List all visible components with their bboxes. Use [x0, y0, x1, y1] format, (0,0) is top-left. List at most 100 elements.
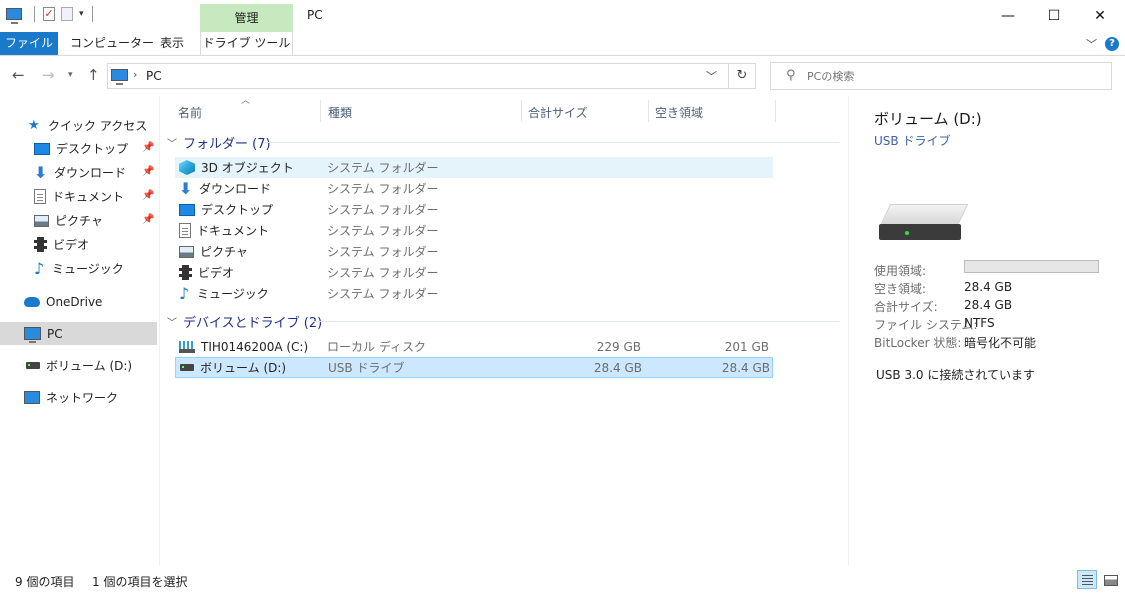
- refresh-button[interactable]: ↻: [729, 63, 756, 89]
- item-type: システム フォルダー: [327, 224, 439, 238]
- forward-arrow-icon[interactable]: →: [42, 66, 55, 84]
- desktop-icon: [34, 142, 50, 155]
- computer-icon: [24, 327, 41, 343]
- onedrive-cloud-icon: [24, 296, 40, 307]
- nav-label: OneDrive: [46, 294, 103, 309]
- window-title: PC: [307, 8, 323, 22]
- details-pane: ボリューム (D:) USB ドライブ 使用領域: 空き領域: 28.4 GB …: [848, 96, 1125, 566]
- tab-drive-tools[interactable]: ドライブ ツール: [200, 32, 293, 55]
- search-box[interactable]: ⚲: [770, 62, 1112, 90]
- sort-ascending-icon: ︿: [241, 96, 251, 106]
- toolbar-divider: [34, 6, 35, 22]
- large-icons-view-icon[interactable]: [1100, 570, 1120, 589]
- pin-icon[interactable]: 📌: [142, 166, 154, 177]
- item-type: システム フォルダー: [327, 245, 439, 259]
- nav-quick-access[interactable]: ★ クイック アクセス: [0, 114, 157, 137]
- column-header-name[interactable]: 名前: [178, 104, 202, 121]
- pin-icon[interactable]: 📌: [142, 190, 154, 201]
- manage-context-tab[interactable]: 管理: [200, 4, 293, 32]
- list-item[interactable]: ⬇ ダウンロード システム フォルダー: [175, 178, 773, 199]
- column-divider[interactable]: [521, 100, 522, 122]
- nav-label: ダウンロード: [54, 166, 127, 180]
- list-item[interactable]: ドキュメント システム フォルダー: [175, 220, 773, 241]
- item-name: 3D オブジェクト: [201, 161, 294, 175]
- column-divider[interactable]: [320, 100, 321, 122]
- customize-toolbar-icon[interactable]: ▾: [79, 9, 84, 19]
- nav-item-documents[interactable]: ドキュメント 📌: [0, 185, 157, 208]
- column-header-free-space[interactable]: 空き領域: [655, 104, 703, 121]
- computer-icon: [6, 8, 22, 24]
- item-name: ダウンロード: [199, 182, 272, 196]
- video-icon: [179, 265, 192, 280]
- column-divider[interactable]: [648, 100, 649, 122]
- nav-network[interactable]: ネットワーク: [0, 386, 157, 409]
- nav-item-videos[interactable]: ビデオ: [0, 233, 157, 256]
- star-icon: ★: [28, 117, 40, 133]
- back-arrow-icon[interactable]: ←: [12, 66, 25, 84]
- help-icon[interactable]: ?: [1105, 37, 1119, 51]
- item-free-space: 28.4 GB: [721, 360, 770, 375]
- network-icon: [24, 391, 40, 404]
- list-item[interactable]: ♪ ミュージック システム フォルダー: [175, 283, 773, 304]
- list-item[interactable]: 3D オブジェクト システム フォルダー: [175, 157, 773, 178]
- list-item[interactable]: ボリューム (D:) USB ドライブ 28.4 GB 28.4 GB: [175, 357, 773, 378]
- up-arrow-icon[interactable]: ↑: [87, 66, 100, 84]
- nav-item-music[interactable]: ♪ ミュージック: [0, 257, 157, 280]
- group-divider: [263, 142, 839, 143]
- item-name: デスクトップ: [201, 203, 274, 217]
- minimize-button[interactable]: —: [985, 0, 1031, 32]
- details-view-icon[interactable]: [1077, 570, 1097, 589]
- list-item[interactable]: TIH0146200A (C:) ローカル ディスク 229 GB 201 GB: [175, 336, 773, 357]
- connection-note: USB 3.0 に接続されています: [876, 368, 1035, 382]
- search-input[interactable]: [807, 67, 1097, 85]
- nav-label: ドキュメント: [52, 190, 125, 204]
- list-item[interactable]: デスクトップ システム フォルダー: [175, 199, 773, 220]
- property-label: 空き領域:: [874, 282, 927, 296]
- nav-item-pictures[interactable]: ピクチャ 📌: [0, 209, 157, 232]
- close-button[interactable]: ✕: [1077, 0, 1123, 32]
- collapse-chevron-icon[interactable]: ﹀: [167, 314, 177, 329]
- list-item[interactable]: ビデオ システム フォルダー: [175, 262, 773, 283]
- pin-icon[interactable]: 📌: [142, 142, 154, 153]
- tab-computer[interactable]: コンピューター: [60, 32, 164, 55]
- group-header-devices[interactable]: ﹀ デバイスとドライブ (2): [167, 311, 322, 331]
- tab-file[interactable]: ファイル: [0, 32, 58, 55]
- nav-pc[interactable]: PC: [0, 322, 157, 345]
- nav-item-desktop[interactable]: デスクトップ 📌: [0, 137, 157, 160]
- document-icon: [34, 189, 46, 204]
- nav-onedrive[interactable]: OneDrive: [0, 290, 157, 313]
- pictures-icon: [179, 245, 194, 258]
- breadcrumb-pc[interactable]: PC: [146, 69, 162, 83]
- collapse-chevron-icon[interactable]: ﹀: [167, 135, 177, 150]
- nav-item-downloads[interactable]: ⬇ ダウンロード 📌: [0, 161, 157, 184]
- nav-volume-d[interactable]: ボリューム (D:): [0, 354, 157, 377]
- recent-locations-icon[interactable]: ▾: [68, 70, 73, 80]
- maximize-button[interactable]: ☐: [1031, 0, 1077, 32]
- property-value: 28.4 GB: [964, 280, 1013, 294]
- group-header-folders[interactable]: ﹀ フォルダー (7): [167, 132, 271, 152]
- video-icon: [34, 237, 47, 252]
- expand-ribbon-icon[interactable]: ﹀: [1086, 36, 1097, 52]
- pin-icon[interactable]: 📌: [142, 214, 154, 225]
- nav-label: クイック アクセス: [48, 119, 148, 133]
- column-header-type[interactable]: 種類: [328, 104, 352, 121]
- item-type: USB ドライブ: [328, 361, 405, 375]
- nav-label: ミュージック: [52, 262, 124, 276]
- title-bar: ✓ ▾ 管理 PC — ☐ ✕: [0, 0, 1125, 32]
- details-title: ボリューム (D:): [874, 110, 982, 128]
- address-bar[interactable]: › PC ﹀: [107, 63, 729, 89]
- properties-icon[interactable]: ✓: [43, 7, 55, 21]
- address-dropdown-icon[interactable]: ﹀: [706, 68, 717, 84]
- breadcrumb-chevron-icon[interactable]: ›: [133, 68, 137, 81]
- nav-label: ネットワーク: [46, 391, 119, 405]
- property-label: 合計サイズ:: [874, 300, 938, 314]
- column-header-total-size[interactable]: 合計サイズ: [528, 104, 588, 121]
- 3d-objects-icon: [179, 160, 195, 175]
- group-label: フォルダー (7): [183, 136, 271, 152]
- column-divider[interactable]: [775, 100, 776, 122]
- nav-label: ビデオ: [53, 238, 90, 252]
- new-folder-icon[interactable]: [61, 7, 73, 21]
- tab-view[interactable]: 表示: [150, 32, 194, 55]
- nav-label: ボリューム (D:): [46, 359, 133, 373]
- list-item[interactable]: ピクチャ システム フォルダー: [175, 241, 773, 262]
